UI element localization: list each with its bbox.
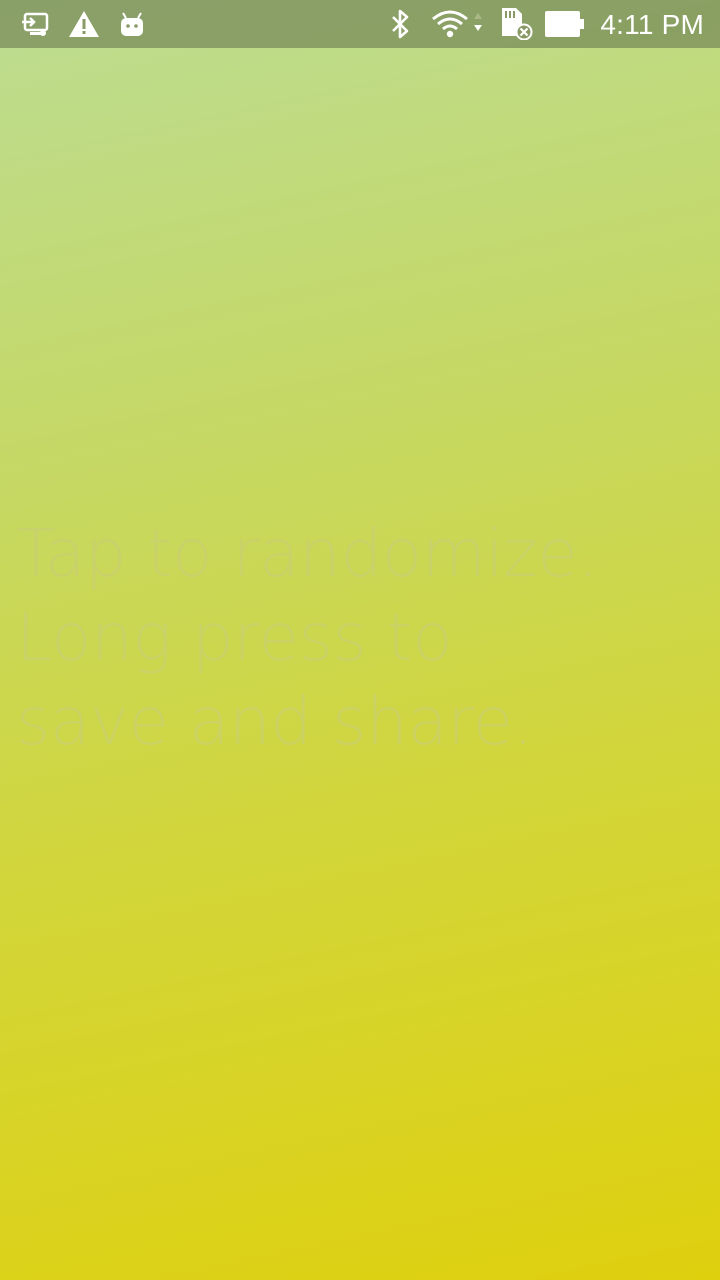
- bluetooth-icon: [392, 9, 409, 39]
- warning-icon: [69, 11, 99, 37]
- wifi-icon: [432, 10, 482, 38]
- gradient-canvas[interactable]: 4:11 PM Tap to randomize. Long press to …: [0, 0, 720, 1280]
- hint-line-3: save and share.: [16, 683, 534, 760]
- android-debug-icon: [121, 12, 143, 36]
- screen-cast-icon: [22, 12, 49, 36]
- hint-line-1: Tap to randomize.: [16, 515, 599, 592]
- sd-card-error-icon: [502, 8, 533, 40]
- battery-icon: [545, 11, 584, 37]
- randomize-hint: Tap to randomize. Long press to save and…: [16, 512, 676, 764]
- status-time: 4:11 PM: [600, 9, 704, 40]
- status-bar: 4:11 PM: [0, 0, 720, 48]
- hint-line-2: Long press to: [16, 599, 453, 676]
